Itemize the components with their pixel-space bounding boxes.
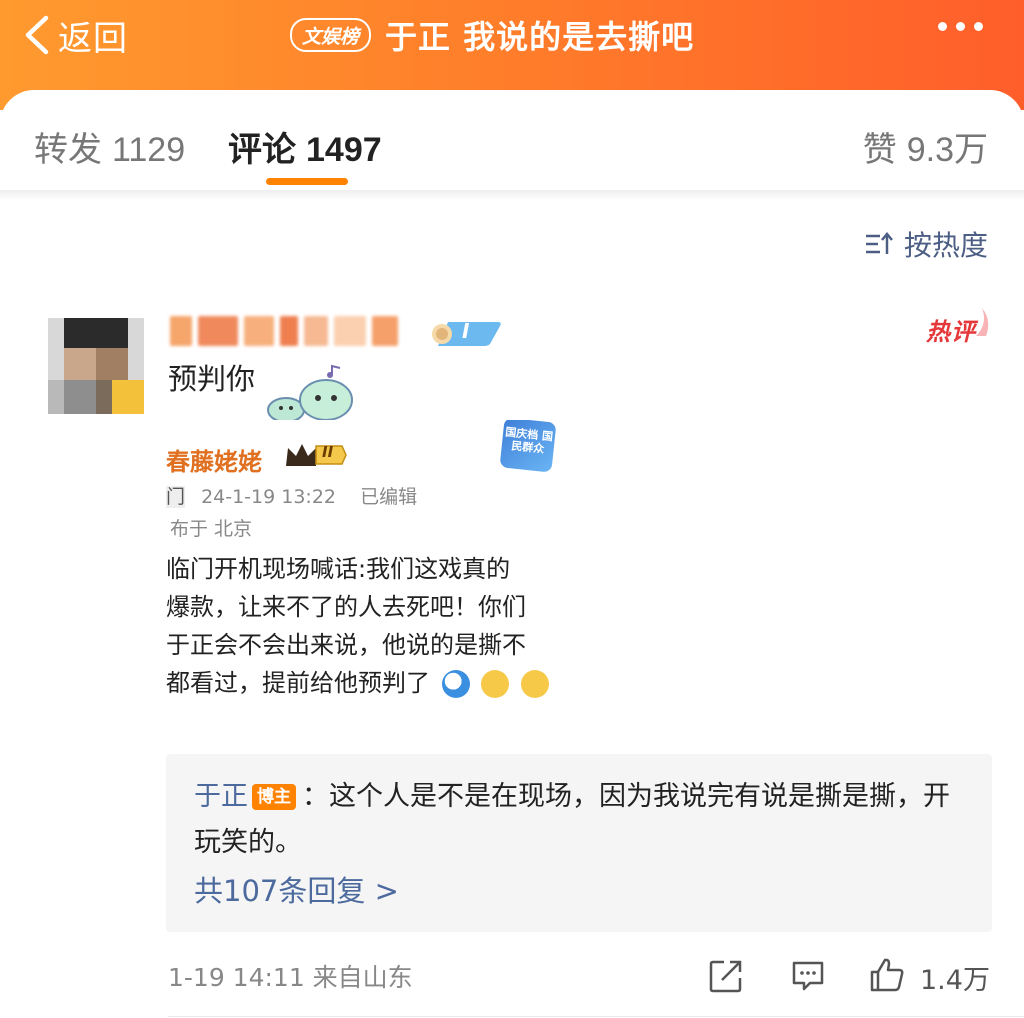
reply-author[interactable]: 于正 [194, 781, 248, 812]
comment-icon[interactable] [790, 958, 826, 994]
embedded-meta: 门 24-1-19 13:22 已编辑 [166, 482, 417, 509]
reply-text: ：这个人是不是在现场，因为我说完有说是撕是撕，开玩笑的。 [194, 781, 950, 858]
sort-button[interactable]: 按热度 [864, 224, 988, 264]
back-button[interactable]: 返回 [22, 10, 128, 60]
active-tab-indicator [266, 178, 348, 185]
tab-like-count: 9.3万 [906, 131, 988, 169]
view-replies-link[interactable]: 共107条回复 > [194, 868, 399, 910]
reply-line: 于正 博主 ：这个人是不是在现场，因为我说完有说是撕是撕，开玩笑的。 [194, 774, 954, 866]
avatar-block [96, 348, 128, 380]
tab-repost-count: 1129 [112, 131, 186, 169]
reply-preview[interactable]: 于正 博主 ：这个人是不是在现场，因为我说完有说是撕是撕，开玩笑的。 共107条回复… [166, 754, 992, 932]
blur-block [170, 316, 192, 346]
embedded-line: 都看过，提前给他预判了 [166, 669, 430, 697]
comment-footer: 1-19 14:11 来自山东 1.4万 [168, 956, 990, 996]
hot-comment-label: 热评 [926, 318, 976, 346]
tab-comment[interactable]: 评论 1497 [228, 122, 382, 171]
embedded-edited: 已编辑 [360, 486, 418, 508]
chevron-left-icon [25, 15, 49, 55]
embedded-line: 于正会不会出来说，他说的是撕不 [166, 631, 526, 659]
blur-block [334, 316, 366, 346]
share-icon[interactable] [708, 958, 744, 994]
embedded-screenshot[interactable]: 春藤姥姥 II 国庆档 国民群众 门 24-1-19 13:22 已编辑 布于 … [166, 420, 556, 800]
crown-badge-icon [286, 444, 347, 466]
comment-text: 预判你 [168, 362, 256, 396]
more-options-button[interactable] [938, 22, 983, 31]
thumbs-up-icon[interactable] [868, 956, 906, 994]
like-count: 1.4万 [920, 965, 990, 996]
embedded-meta-prefix: 门 [166, 486, 186, 508]
page-title: 于正 我说的是去撕吧 [385, 18, 695, 56]
tab-comment-count: 1497 [306, 131, 382, 169]
blur-block [304, 316, 328, 346]
blur-block [198, 316, 238, 346]
tab-like[interactable]: 赞 9.3万 [863, 122, 988, 171]
whale-sticker-icon [267, 364, 353, 423]
username-blurred[interactable] [170, 316, 410, 352]
ranking-badge[interactable]: 文娱榜 [290, 18, 372, 52]
sort-icon [865, 232, 893, 254]
crown-level: II [322, 443, 334, 461]
content-sheet: 转发 1129 评论 1497 赞 9.3万 按热度 I 热评 预判你 春藤姥姥… [0, 90, 1024, 1018]
tab-like-label: 赞 [862, 130, 897, 170]
avatar-block [64, 318, 128, 348]
avatar-block [112, 380, 144, 414]
blur-block [280, 316, 298, 346]
avatar-block [48, 380, 64, 414]
dot-icon [956, 22, 965, 31]
national-day-sticker: 国庆档 国民群众 [499, 420, 556, 473]
dot-icon [938, 22, 947, 31]
back-label: 返回 [58, 18, 128, 59]
embedded-body: 临门开机现场喊话:我们这戏真的 爆款，让来不了的人去死吧！你们 于正会不会出来说… [166, 550, 556, 702]
embedded-author-name: 春藤姥姥 [166, 448, 262, 476]
blur-block [372, 316, 398, 346]
blur-block [244, 316, 274, 346]
embedded-line: 爆款，让来不了的人去死吧！你们 [166, 593, 526, 621]
hot-comment-badge: 热评 [926, 306, 989, 346]
comment-divider [168, 1016, 1024, 1017]
vip-level: I [462, 319, 470, 343]
blogger-badge: 博主 [252, 784, 296, 810]
tab-bar: 转发 1129 评论 1497 赞 9.3万 [0, 90, 1024, 190]
shocked-emoji-icon [441, 670, 470, 698]
embedded-line-last: 都看过，提前给他预判了 [166, 664, 556, 702]
sort-label: 按热度 [903, 229, 988, 262]
page-title-group: 文娱榜 于正 我说的是去撕吧 [290, 12, 694, 58]
flame-icon [976, 308, 989, 336]
laughing-emoji-icon [520, 670, 549, 698]
tab-repost-label: 转发 [34, 130, 102, 170]
embedded-location: 布于 北京 [170, 518, 253, 540]
tab-comment-label: 评论 [228, 130, 296, 170]
tab-repost[interactable]: 转发 1129 [34, 122, 185, 171]
laughing-emoji-icon [481, 670, 510, 698]
avatar-block [64, 348, 96, 380]
sticker-text: 国庆档 国民群众 [504, 425, 554, 456]
comment-meta: 1-19 14:11 来自山东 [168, 963, 413, 992]
embedded-line: 临门开机现场喊话:我们这戏真的 [166, 555, 511, 583]
dot-icon [974, 22, 983, 31]
embedded-time: 24-1-19 13:22 [201, 486, 337, 508]
avatar[interactable] [48, 318, 144, 414]
avatar-block [64, 380, 96, 414]
tabs-divider [0, 190, 1024, 200]
